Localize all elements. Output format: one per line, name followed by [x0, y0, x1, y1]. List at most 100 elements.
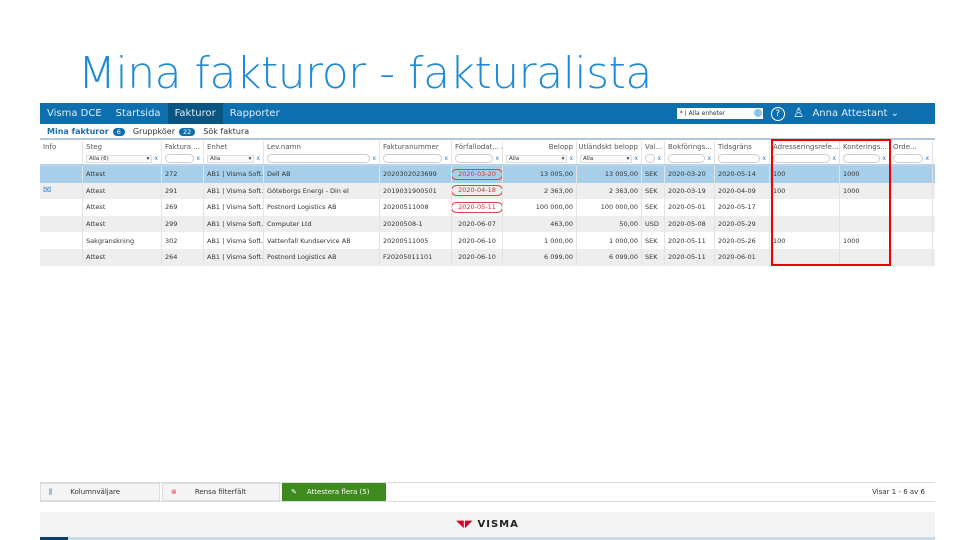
nav-fakturor[interactable]: Fakturor — [167, 103, 223, 124]
due-date: 2020-04-18 — [452, 185, 502, 197]
cell-bok: 2020-05-08 — [665, 215, 715, 233]
clear-filter-icon[interactable]: x — [925, 155, 929, 162]
clear-filter-icon[interactable]: x — [154, 155, 158, 162]
column-header[interactable]: Förfallodat... ▴ — [452, 141, 503, 153]
cell-fnr: 20200511008 — [380, 199, 452, 216]
clear-filter-icon[interactable]: x — [495, 155, 499, 162]
clear-filters-button[interactable]: ⊗ Rensa filterfält — [162, 483, 280, 501]
cell-tid: 2020-05-14 — [715, 166, 770, 183]
filter-input[interactable] — [267, 154, 371, 163]
count-badge: 6 — [112, 127, 125, 136]
dropdown-arrow-icon: ▾ — [561, 155, 565, 162]
column-header[interactable]: Lev.namn — [264, 141, 380, 153]
filter-input[interactable] — [645, 154, 656, 163]
cell-fnr: 2019031900501 — [380, 182, 452, 200]
column-header[interactable]: Info — [40, 141, 83, 153]
cell-utl: 1 000,00 — [577, 232, 642, 249]
clear-filter-icon[interactable]: x — [196, 155, 200, 162]
column-header[interactable]: Steg — [83, 141, 162, 153]
cell-orde — [890, 166, 933, 183]
filter-cell: Alla ▾ x — [577, 153, 642, 164]
cell-tid: 2020-06-01 — [715, 248, 770, 266]
help-icon[interactable]: ? — [770, 106, 785, 121]
filter-cell: x — [380, 153, 452, 164]
column-header[interactable]: Bokförings... — [665, 141, 715, 153]
clear-filter-icon[interactable]: x — [707, 155, 711, 162]
count-badge: 22 — [179, 127, 196, 136]
cell-enhet: AB1 | Visma Soft... — [204, 248, 264, 266]
columns-icon: ⫼ — [49, 487, 53, 496]
cell-lev: Computer Ltd — [264, 215, 380, 233]
clear-filter-icon[interactable]: x — [372, 155, 376, 162]
column-header[interactable]: Tidsgräns — [715, 141, 770, 153]
cell-lev: Göteborgs Energi - Din el — [264, 182, 380, 200]
cell-steg: Sakgranskning — [83, 232, 162, 249]
cell-enhet: AB1 | Visma Soft... — [204, 215, 264, 233]
unit-selector[interactable]: * | Alla enheter — [676, 108, 763, 119]
nav-rapporter[interactable]: Rapporter — [223, 103, 287, 124]
clear-filter-icon[interactable]: x — [657, 155, 661, 162]
column-header[interactable]: Fakturanummer — [380, 141, 452, 153]
column-header[interactable]: Val... — [642, 141, 665, 153]
filter-input[interactable] — [668, 154, 706, 163]
cell-val: SEK — [642, 166, 665, 183]
filter-select[interactable]: Alla (6) ▾ — [86, 154, 153, 163]
cell-tid: 2020-05-29 — [715, 215, 770, 233]
column-header[interactable]: Enhet — [204, 141, 264, 153]
cell-orde — [890, 248, 933, 266]
tab-sok-faktura[interactable]: Sök faktura — [203, 127, 249, 136]
mail-icon[interactable]: ✉ — [43, 185, 51, 196]
clear-filter-icon[interactable]: x — [256, 155, 260, 162]
clear-filter-icon[interactable]: x — [569, 155, 573, 162]
clear-filter-icon[interactable]: x — [762, 155, 766, 162]
clear-filter-icon[interactable]: x — [444, 155, 448, 162]
filter-select[interactable]: Alla ▾ — [580, 154, 633, 163]
column-header[interactable]: Orde... — [890, 141, 933, 153]
cell-bok: 2020-03-20 — [665, 166, 715, 183]
cell-steg: Attest — [83, 199, 162, 216]
clear-filter-icon[interactable]: x — [634, 155, 638, 162]
column-header[interactable]: Faktura ... — [162, 141, 204, 153]
filter-cell: Alla ▾ x — [204, 153, 264, 164]
top-nav: Visma DCE Startsida Fakturor Rapporter *… — [40, 103, 935, 124]
column-picker-button[interactable]: ⫼ Kolumnväljare — [40, 483, 160, 501]
cell-bok: 2020-03-19 — [665, 182, 715, 200]
approve-many-button[interactable]: ✎ Attestera flera (5) — [282, 483, 386, 501]
filter-input[interactable] — [718, 154, 761, 163]
column-header[interactable]: Utländskt belopp — [577, 141, 642, 153]
cell-belopp: 463,00 — [503, 215, 577, 233]
cell-due: 2020-06-10 — [452, 232, 503, 249]
cell-val: SEK — [642, 182, 665, 200]
clear-icon[interactable] — [753, 109, 762, 117]
cell-info — [40, 232, 83, 249]
filter-cell: x — [890, 153, 933, 164]
cell-val: SEK — [642, 248, 665, 266]
due-date: 2020-05-11 — [452, 201, 502, 213]
filter-select-value: Alla (6) — [89, 155, 109, 162]
cell-lev: Postnord Logistics AB — [264, 199, 380, 216]
visma-logo-icon: ◥◤ — [456, 519, 474, 530]
filter-input[interactable] — [165, 154, 195, 163]
cell-info — [40, 215, 83, 233]
cell-belopp: 13 005,00 — [503, 166, 577, 183]
filter-select[interactable]: Alla ▾ — [207, 154, 255, 163]
filter-input[interactable] — [893, 154, 924, 163]
cell-orde — [890, 182, 933, 200]
filter-select[interactable]: Alla ▾ — [506, 154, 568, 163]
filter-input[interactable] — [455, 154, 494, 163]
cell-lev: Vattenfall Kundservice AB — [264, 232, 380, 249]
nav-startsida[interactable]: Startsida — [109, 103, 168, 124]
column-header[interactable]: Belopp — [503, 141, 577, 153]
nav-visma-dce[interactable]: Visma DCE — [40, 103, 109, 124]
filter-cell: Alla ▾ x — [503, 153, 577, 164]
dropdown-arrow-icon: ▾ — [626, 155, 630, 162]
tab-gruppkoer[interactable]: Gruppköer — [133, 127, 175, 136]
cell-val: SEK — [642, 232, 665, 249]
cell-due: 2020-04-18 — [452, 182, 503, 200]
filter-input[interactable] — [383, 154, 443, 163]
tab-mina-fakturor[interactable]: Mina fakturor — [47, 127, 109, 136]
footer: ◥◤ VISMA — [40, 512, 935, 537]
user-menu[interactable]: Anna Attestant ⌄ — [812, 108, 899, 119]
dropdown-arrow-icon: ▾ — [146, 155, 150, 162]
filter-cell: x — [642, 153, 665, 164]
